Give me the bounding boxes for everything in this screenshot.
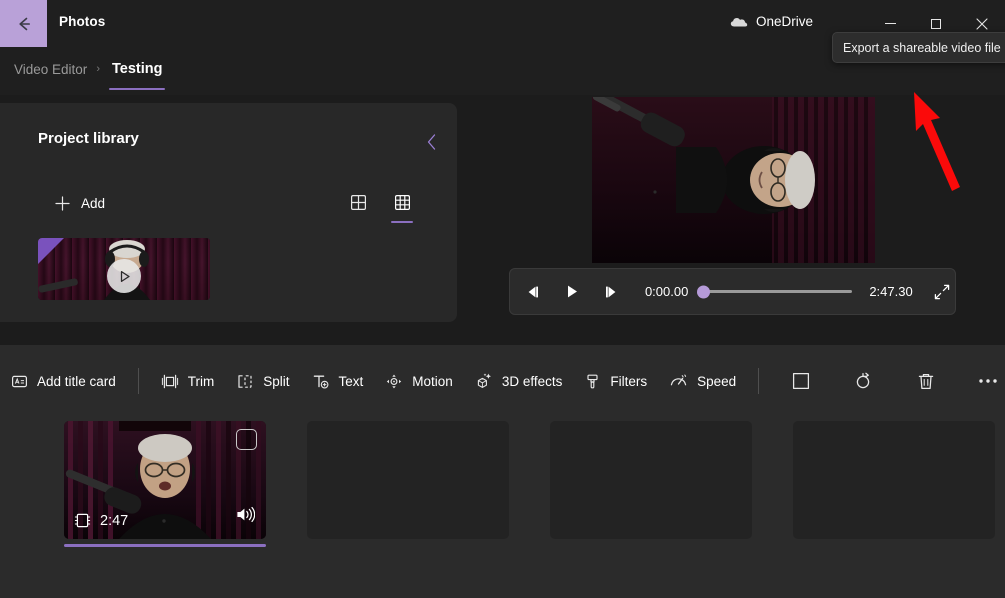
collapse-library-button[interactable]: [419, 129, 445, 155]
close-icon: [976, 17, 988, 30]
onedrive-label: OneDrive: [756, 14, 814, 29]
filters-icon: [587, 374, 598, 388]
storyboard-card-1-progress: [64, 543, 266, 547]
storyboard-card-1-duration: 2:47: [74, 512, 128, 529]
storyboard-section: Add title card Trim Split Text Motion 3D…: [0, 345, 1005, 598]
breadcrumb-video-editor[interactable]: Video Editor: [14, 62, 87, 77]
onedrive-status[interactable]: OneDrive: [730, 14, 813, 29]
storyboard-card-4[interactable]: [793, 421, 995, 539]
volume-icon: [237, 506, 256, 523]
chevron-left-icon: [427, 134, 436, 150]
previous-frame-icon: [528, 286, 538, 297]
video-preview-frame: [592, 97, 875, 263]
back-button[interactable]: [0, 0, 47, 47]
3d-effects-label: 3D effects: [501, 373, 563, 389]
speed-label: Speed: [697, 373, 737, 389]
trim-icon: [161, 374, 178, 388]
storyboard-card-1-volume-button[interactable]: [235, 506, 256, 528]
3d-effects-button[interactable]: 3D effects: [464, 365, 574, 397]
minimize-icon: [884, 23, 896, 24]
trim-button[interactable]: Trim: [150, 365, 226, 397]
playback-controls: 0:00.00 2:47.30: [509, 268, 956, 315]
previous-frame-button[interactable]: [520, 275, 545, 309]
delete-button[interactable]: [909, 365, 943, 397]
text-label: Text: [338, 373, 364, 389]
grid-2x2-icon: [350, 194, 366, 210]
add-title-card-button[interactable]: Add title card: [0, 365, 127, 397]
delete-icon: [918, 373, 933, 389]
breadcrumb-separator: ›: [96, 63, 100, 75]
edit-toolbar: Add title card Trim Split Text Motion 3D…: [0, 359, 1005, 403]
toolbar-divider-1: [137, 368, 139, 394]
add-title-card-label: Add title card: [37, 373, 116, 389]
grid-3x3-icon: [394, 194, 410, 210]
storyboard-more-button[interactable]: [971, 365, 1005, 397]
trim-label: Trim: [187, 373, 215, 389]
back-arrow-icon: [18, 17, 30, 30]
expand-icon: [935, 284, 950, 299]
text-button[interactable]: Text: [301, 365, 375, 397]
photos-video-editor-window: Photos OneDrive Video Editor › Testing E…: [0, 0, 1005, 598]
next-frame-icon: [606, 286, 616, 297]
library-selected-corner-flag: [38, 238, 64, 264]
library-view-toggles: [343, 187, 417, 223]
current-time-label: 0:00.00: [644, 284, 689, 299]
film-strip-icon: [74, 513, 91, 528]
toolbar-divider-2: [758, 368, 760, 394]
video-preview-area: 0:00.00 2:47.30: [457, 95, 1005, 345]
next-frame-button[interactable]: [599, 275, 624, 309]
breadcrumb-project-name[interactable]: Testing: [109, 61, 165, 77]
aspect-ratio-icon: [793, 372, 810, 390]
rotate-icon: [857, 372, 870, 389]
scrubber[interactable]: [697, 284, 853, 300]
ellipsis-icon: [979, 379, 997, 383]
scrubber-track: [702, 289, 853, 294]
maximize-icon: [931, 18, 941, 29]
motion-button[interactable]: Motion: [374, 365, 464, 397]
filters-label: Filters: [610, 373, 648, 389]
rotate-button[interactable]: [846, 365, 880, 397]
view-grid-3x3-button[interactable]: [387, 187, 417, 223]
play-button[interactable]: [559, 275, 584, 309]
3d-effects-icon: [477, 373, 491, 388]
plus-icon: [55, 195, 70, 211]
play-icon: [567, 285, 577, 298]
storyboard-card-3[interactable]: [550, 421, 752, 539]
speed-button[interactable]: Speed: [658, 365, 747, 397]
active-tab-underline: [108, 87, 166, 90]
cloud-icon: [730, 17, 748, 26]
fullscreen-button[interactable]: [930, 275, 955, 309]
play-icon: [120, 270, 130, 282]
text-icon: [313, 375, 328, 388]
view-active-underline: [391, 220, 413, 223]
add-media-button[interactable]: Add: [48, 188, 111, 218]
add-media-label: Add: [81, 195, 106, 211]
storyboard-card-1-checkbox[interactable]: [236, 429, 257, 450]
breadcrumb: Video Editor › Testing: [14, 60, 166, 90]
motion-label: Motion: [412, 373, 453, 389]
storyboard-card-1-duration-label: 2:47: [100, 512, 129, 529]
scrubber-thumb[interactable]: [697, 285, 711, 298]
speed-icon: [670, 374, 687, 386]
aspect-ratio-button[interactable]: [784, 365, 818, 397]
library-media-thumbnail[interactable]: [38, 238, 210, 300]
library-play-overlay[interactable]: [107, 259, 141, 294]
project-library-panel: Project library Add: [0, 103, 457, 322]
view-grid-2x2-button[interactable]: [343, 187, 373, 217]
storyboard-card-2[interactable]: [307, 421, 509, 539]
split-icon: [238, 374, 252, 388]
project-library-title: Project library: [38, 130, 139, 147]
finish-video-tooltip: Export a shareable video file: [832, 32, 1005, 63]
split-label: Split: [263, 373, 290, 389]
breadcrumb-current-wrap: Testing: [108, 60, 166, 90]
app-title: Photos: [59, 14, 106, 29]
total-time-label: 2:47.30: [869, 284, 913, 299]
storyboard-cards: 2:47: [64, 421, 995, 547]
storyboard-card-1[interactable]: 2:47: [64, 421, 266, 547]
title-card-icon: [12, 375, 28, 387]
motion-icon: [387, 374, 402, 388]
filters-button[interactable]: Filters: [573, 365, 658, 397]
split-button[interactable]: Split: [225, 365, 300, 397]
